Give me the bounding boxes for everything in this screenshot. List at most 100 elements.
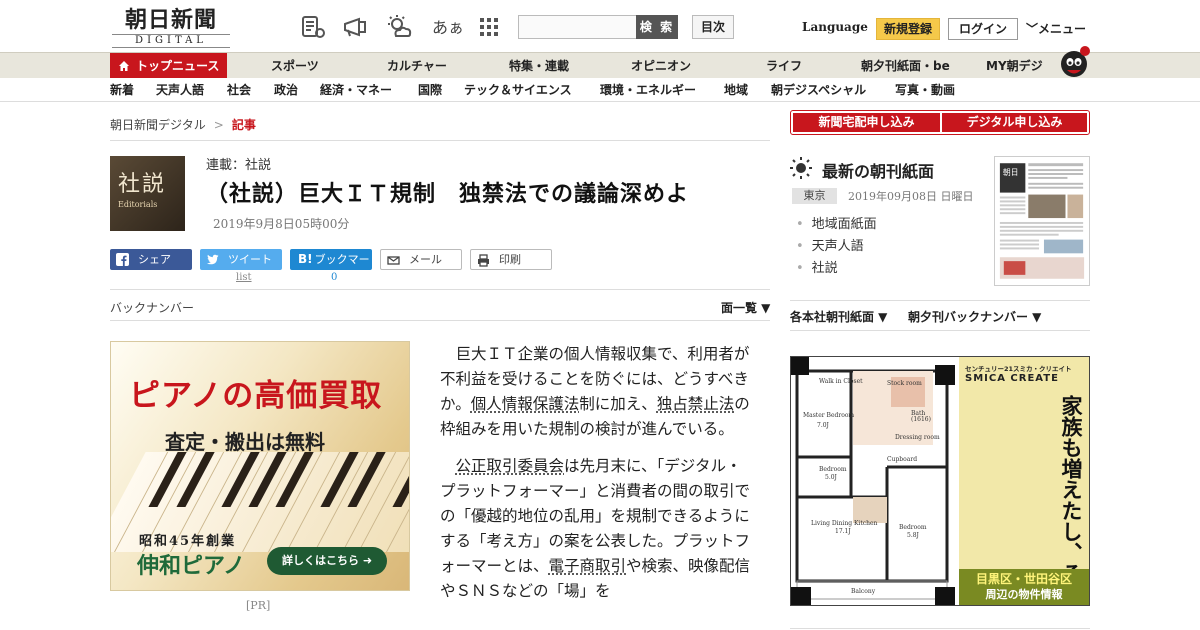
- breadcrumb-home[interactable]: 朝日新聞デジタル: [110, 118, 206, 132]
- page-list-dropdown[interactable]: 面一覧 ▼: [721, 299, 770, 316]
- divider: [110, 320, 770, 321]
- paragraph-text: 制に加え、: [579, 395, 657, 413]
- language-link[interactable]: Language: [802, 20, 868, 34]
- subnav-region[interactable]: 地域: [724, 78, 748, 102]
- publish-date: 2019年9月8日05時00分: [213, 217, 350, 231]
- toc-button[interactable]: 目次: [692, 15, 734, 39]
- subnav-new[interactable]: 新着: [110, 78, 134, 102]
- main-nav: トップニュース スポーツ カルチャー 特集・連載 オピニオン ライフ 朝夕刊紙面…: [0, 52, 1200, 79]
- nav-life[interactable]: ライフ: [766, 53, 802, 79]
- keyword-link[interactable]: 独占禁止法: [657, 395, 735, 413]
- brand-jp: センチュリー21スミカ・クリエイト: [965, 365, 1072, 373]
- newspaper-front-thumbnail[interactable]: 朝日: [994, 156, 1090, 286]
- arrow-circle-icon: ➜: [362, 554, 373, 567]
- subnav-society[interactable]: 社会: [227, 78, 251, 102]
- subnav-tensei[interactable]: 天声人語: [156, 78, 204, 102]
- plan-value: (1616): [911, 416, 931, 423]
- megaphone-icon[interactable]: [342, 14, 368, 40]
- keyword-link[interactable]: 個人情報保護法: [471, 395, 580, 413]
- svg-text:朝日: 朝日: [1003, 168, 1019, 177]
- breadcrumb: 朝日新聞デジタル > 記事: [110, 116, 256, 133]
- article-body: 巨大ＩＴ企業の個人情報収集で、利用者が不利益を受けることを防ぐには、どうすべきか…: [440, 342, 756, 616]
- pr-label: [PR]: [246, 599, 271, 612]
- plan-value: 17.1J: [835, 528, 851, 535]
- nav-paper[interactable]: 朝夕刊紙面・be: [861, 53, 950, 79]
- bullet-icon: •: [796, 217, 804, 232]
- mail-label: メール: [409, 253, 442, 266]
- ad-subheadline: 査定・搬出は無料: [165, 430, 325, 454]
- mail-button[interactable]: メール: [380, 249, 462, 270]
- plan-label: Walk in Closet: [819, 378, 863, 385]
- floor-plan-image: Walk in Closet Master Bedroom 7.0J Bedro…: [791, 357, 959, 605]
- subnav-international[interactable]: 国際: [418, 78, 442, 102]
- subnav-tech[interactable]: テック＆サイエンス: [464, 78, 572, 102]
- hatena-label: ブックマーク: [310, 253, 370, 287]
- facebook-share-label: シェア: [138, 253, 171, 266]
- sun-icon: [790, 157, 812, 179]
- mascot-icon[interactable]: [1056, 44, 1092, 80]
- twitter-share-button[interactable]: ツイート: [200, 249, 282, 270]
- real-estate-ad-banner[interactable]: Walk in Closet Master Bedroom 7.0J Bedro…: [790, 356, 1090, 606]
- keyword-link[interactable]: 公正取引委員会: [456, 457, 565, 475]
- nav-top-news[interactable]: トップニュース: [110, 53, 228, 79]
- menu-button[interactable]: ﹀メニュー: [1026, 20, 1086, 37]
- nav-features[interactable]: 特集・連載: [509, 53, 569, 79]
- twitter-count[interactable]: list: [236, 272, 252, 283]
- hatena-count[interactable]: 0: [331, 272, 337, 283]
- article-paragraph: 巨大ＩＴ企業の個人情報収集で、利用者が不利益を受けることを防ぐには、どうすべきか…: [440, 342, 756, 442]
- subnav-special[interactable]: 朝デジスペシャル: [771, 78, 866, 102]
- paper-link-tensei[interactable]: • 天声人語: [796, 235, 864, 254]
- paper-backnumber-dropdown[interactable]: 朝夕刊バックナンバー ▼: [908, 308, 1041, 325]
- ad-area-button[interactable]: 目黒区・世田谷区 周辺の物件情報: [959, 569, 1089, 605]
- keyword-link[interactable]: 電子商取引: [549, 557, 627, 575]
- newspaper-icon[interactable]: [300, 14, 326, 40]
- print-button[interactable]: 印刷: [470, 249, 552, 270]
- series-label[interactable]: 連載：社説: [206, 154, 271, 173]
- regional-paper-dropdown[interactable]: 各本社朝刊紙面 ▼: [790, 308, 887, 325]
- subnav-economy[interactable]: 経済・マネー: [320, 78, 392, 102]
- bullet-icon: •: [796, 239, 804, 254]
- asahi-digital-logo[interactable]: 朝日新聞 DIGITAL: [112, 8, 230, 48]
- backnumber-link[interactable]: バックナンバー: [110, 299, 194, 316]
- search-input[interactable]: [518, 15, 638, 39]
- morning-paper-title[interactable]: 最新の朝刊紙面: [822, 158, 934, 182]
- hatena-bookmark-button[interactable]: B! ブックマーク: [290, 249, 372, 287]
- nav-opinion[interactable]: オピニオン: [631, 53, 691, 79]
- register-button[interactable]: 新規登録: [876, 18, 940, 40]
- piano-ad-banner[interactable]: ピアノの高価買取 査定・搬出は無料 昭和45年創業 伸和ピアノ 詳しくはこちら …: [110, 341, 410, 591]
- subscribe-box: 新聞宅配申し込み デジタル申し込み: [790, 110, 1090, 135]
- ad-copy: 家族も増えたし、そろそろ一戸建て購入を検討してみようか。: [967, 395, 1085, 605]
- logo-main: 朝日新聞: [124, 7, 217, 33]
- nav-sports[interactable]: スポーツ: [271, 53, 319, 79]
- sub-nav: 新着 天声人語 社会 政治 経済・マネー 国際 テック＆サイエンス 環境・エネル…: [0, 78, 1200, 102]
- ad-area-sub: 周辺の物件情報: [985, 588, 1063, 601]
- weather-icon[interactable]: [386, 14, 412, 40]
- plan-label: Living Dining Kitchen: [811, 520, 878, 527]
- facebook-icon: [116, 253, 129, 266]
- subnav-politics[interactable]: 政治: [274, 78, 298, 102]
- subnav-photo[interactable]: 写真・動画: [895, 78, 955, 102]
- ad-headline: ピアノの高価買取: [129, 378, 383, 414]
- nav-culture[interactable]: カルチャー: [387, 53, 447, 79]
- ad-area: 目黒区・世田谷区: [975, 572, 1072, 586]
- paper-link-region[interactable]: • 地域面紙面: [796, 213, 877, 232]
- subscribe-paper-button[interactable]: 新聞宅配申し込み: [793, 113, 940, 132]
- grid-menu-icon[interactable]: [476, 14, 502, 40]
- twitter-share-label: ツイート: [228, 253, 272, 266]
- divider: [790, 330, 1090, 331]
- search-button[interactable]: 検 索: [636, 15, 678, 39]
- breadcrumb-current: 記事: [231, 118, 256, 132]
- brand-en: SMICA CREATE: [965, 373, 1059, 384]
- text-size-icon[interactable]: あぁ: [432, 14, 464, 38]
- century21-logo: センチュリー21スミカ・クリエイト SMICA CREATE: [965, 363, 1085, 385]
- site-header: 朝日新聞 DIGITAL あぁ 検 索 目次 Language 新規登録 ログイ…: [0, 0, 1200, 52]
- login-button[interactable]: ログイン: [948, 18, 1018, 40]
- ad-details-button[interactable]: 詳しくはこちら ➜: [267, 547, 387, 575]
- paper-link-editorial[interactable]: • 社説: [796, 257, 838, 276]
- subnav-environment[interactable]: 環境・エネルギー: [600, 78, 696, 102]
- nav-my-asahi[interactable]: MY朝デジ: [986, 53, 1043, 79]
- facebook-share-button[interactable]: シェア: [110, 249, 192, 270]
- subscribe-digital-button[interactable]: デジタル申し込み: [942, 113, 1087, 132]
- mail-icon: [387, 256, 400, 265]
- twitter-icon: [206, 254, 219, 265]
